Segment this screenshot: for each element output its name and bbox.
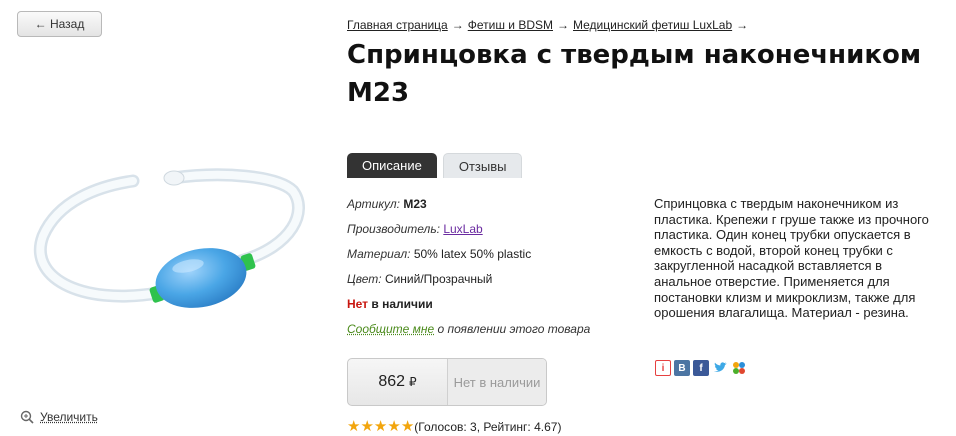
tab-description[interactable]: Описание	[347, 153, 437, 178]
product-properties: Артикул: M23 Производитель: LuxLab Матер…	[347, 196, 590, 346]
price-value: 862	[378, 373, 406, 390]
prop-maker: Производитель: LuxLab	[347, 221, 590, 246]
breadcrumb-separator: →	[557, 18, 569, 32]
star-icon[interactable]: ★	[387, 419, 400, 434]
yandex-icon[interactable]: i	[655, 360, 671, 376]
maker-link[interactable]: LuxLab	[443, 222, 482, 236]
vk-icon[interactable]: B	[674, 360, 690, 376]
facebook-icon[interactable]: f	[693, 360, 709, 376]
star-icon[interactable]: ★	[347, 419, 360, 434]
notify-text: о появлении этого товара	[437, 322, 591, 336]
maker-label: Производитель:	[347, 222, 440, 236]
rating: ★ ★ ★ ★ ★ (Голосов: 3, Рейтинг: 4.67)	[347, 419, 562, 434]
prop-color: Цвет: Синий/Прозрачный	[347, 271, 590, 296]
zoom-label: Увеличить	[40, 410, 98, 424]
rating-text: (Голосов: 3, Рейтинг: 4.67)	[414, 420, 562, 434]
material-label: Материал:	[347, 247, 411, 261]
zoom-link[interactable]: Увеличить	[20, 410, 98, 424]
price-box: 862 ₽ Нет в наличии	[347, 358, 547, 406]
back-button[interactable]: ← Назад	[17, 11, 102, 37]
stock-status: Нет в наличии	[347, 296, 590, 321]
share-bar: i B f	[655, 360, 747, 376]
breadcrumb-home[interactable]: Главная страница	[347, 18, 448, 32]
mymail-icon[interactable]	[731, 360, 747, 376]
star-icon[interactable]: ★	[401, 419, 414, 434]
material-value: 50% latex 50% plastic	[413, 247, 532, 261]
notify-link[interactable]: Сообщите мне	[347, 322, 434, 336]
tab-reviews[interactable]: Отзывы	[442, 153, 523, 178]
prop-article: Артикул: M23	[347, 196, 590, 221]
magnifier-icon	[20, 410, 34, 424]
currency-symbol: ₽	[409, 375, 417, 389]
page-title: Спринцовка с твердым наконечником M23	[347, 40, 922, 108]
notify-row: Сообщите мне о появлении этого товара	[347, 321, 590, 346]
breadcrumb-separator: →	[451, 18, 464, 32]
twitter-icon[interactable]	[712, 360, 728, 376]
article-value: M23	[403, 197, 427, 211]
prop-material: Материал: 50% latex 50% plastic	[347, 246, 590, 271]
color-value: Синий/Прозрачный	[384, 272, 493, 286]
breadcrumb: Главная страница → Фетиш и BDSM → Медицински…	[347, 18, 752, 32]
product-description: Спринцовка с твердым наконечником из пла…	[654, 196, 929, 321]
star-icon[interactable]: ★	[374, 419, 387, 434]
product-image[interactable]	[18, 96, 318, 396]
rating-stars[interactable]: ★ ★ ★ ★ ★	[347, 419, 414, 434]
price: 862 ₽	[348, 359, 448, 405]
stock-status-no: Нет	[347, 297, 369, 311]
star-icon[interactable]: ★	[360, 419, 373, 434]
breadcrumb-fetish[interactable]: Фетиш и BDSM	[468, 18, 553, 32]
stock-status-text: в наличии	[371, 297, 433, 311]
breadcrumb-separator: →	[736, 18, 749, 32]
out-of-stock-button[interactable]: Нет в наличии	[448, 359, 546, 405]
color-label: Цвет:	[347, 272, 382, 286]
tab-bar: Описание Отзывы	[347, 153, 523, 178]
article-label: Артикул:	[347, 197, 400, 211]
breadcrumb-medical[interactable]: Медицинский фетиш LuxLab	[573, 18, 732, 32]
